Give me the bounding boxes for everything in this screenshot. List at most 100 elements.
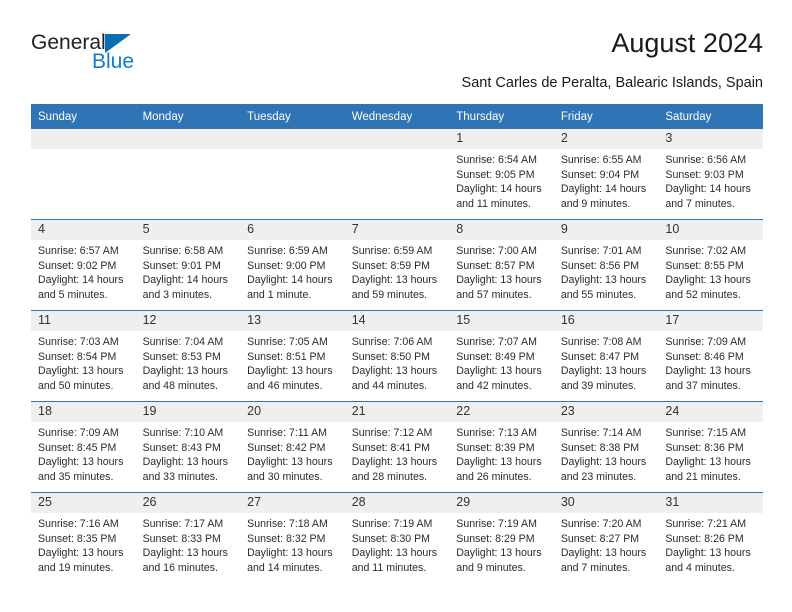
day-details: Sunrise: 7:03 AM Sunset: 8:54 PM Daylight:…: [31, 331, 136, 393]
calendar-day-cell[interactable]: 8 Sunrise: 7:00 AM Sunset: 8:57 PM Daylight…: [449, 219, 554, 311]
calendar-day-cell[interactable]: 22 Sunrise: 7:13 AM Sunset: 8:39 PM Dayligh…: [449, 401, 554, 493]
day-number: [344, 129, 450, 149]
calendar-day-cell[interactable]: 14 Sunrise: 7:06 AM Sunset: 8:50 PM Dayligh…: [344, 310, 450, 402]
calendar-day-cell[interactable]: 3 Sunrise: 6:56 AM Sunset: 9:03 PM Daylight…: [658, 129, 763, 220]
calendar-day-cell[interactable]: 17 Sunrise: 7:09 AM Sunset: 8:46 PM Dayligh…: [658, 310, 763, 402]
calendar-week-row: 25 Sunrise: 7:16 AM Sunset: 8:35 PM Dayligh…: [31, 492, 763, 583]
calendar-day-cell[interactable]: 1 Sunrise: 6:54 AM Sunset: 9:05 PM Daylight…: [449, 129, 554, 220]
calendar-week-row: 1 Sunrise: 6:54 AM Sunset: 9:05 PM Daylight…: [31, 129, 763, 220]
day-detail-line: Sunrise: 7:09 AM: [38, 427, 119, 439]
calendar-day-cell[interactable]: 12 Sunrise: 7:04 AM Sunset: 8:53 PM Dayligh…: [135, 310, 241, 402]
day-number: 13: [240, 311, 345, 331]
day-detail-line: Daylight: 13 hours: [351, 274, 438, 287]
day-detail-line: and 50 minutes.: [38, 379, 114, 392]
day-cell-inner: 28 Sunrise: 7:19 AM Sunset: 8:30 PM Dayligh…: [344, 493, 450, 583]
calendar-day-cell[interactable]: 30 Sunrise: 7:20 AM Sunset: 8:27 PM Dayligh…: [553, 492, 659, 583]
day-detail-line: and 7 minutes.: [665, 197, 735, 210]
day-details: Sunrise: 6:58 AM Sunset: 9:01 PM Daylight:…: [136, 240, 241, 302]
day-cell-inner: 14 Sunrise: 7:06 AM Sunset: 8:50 PM Dayligh…: [344, 311, 450, 401]
logo-text-blue: Blue: [92, 50, 135, 73]
day-detail-line: and 46 minutes.: [247, 379, 323, 392]
calendar-day-cell[interactable]: 28 Sunrise: 7:19 AM Sunset: 8:30 PM Dayligh…: [344, 492, 450, 583]
calendar-day-cell[interactable]: 31 Sunrise: 7:21 AM Sunset: 8:26 PM Dayligh…: [658, 492, 763, 583]
day-cell-inner: 11 Sunrise: 7:03 AM Sunset: 8:54 PM Dayligh…: [31, 311, 136, 401]
day-detail-line: Sunrise: 7:20 AM: [560, 518, 642, 530]
day-detail-line: Sunset: 8:27 PM: [560, 532, 640, 545]
calendar-day-cell[interactable]: 4 Sunrise: 6:57 AM Sunset: 9:02 PM Daylight…: [31, 219, 136, 311]
day-detail-line: and 35 minutes.: [38, 470, 114, 483]
calendar-day-cell[interactable]: 21 Sunrise: 7:12 AM Sunset: 8:41 PM Dayligh…: [344, 401, 450, 493]
day-details: Sunrise: 7:13 AM Sunset: 8:39 PM Daylight:…: [449, 422, 554, 484]
calendar-day-cell[interactable]: 9 Sunrise: 7:01 AM Sunset: 8:56 PM Daylight…: [553, 219, 659, 311]
day-number: 16: [553, 311, 659, 331]
calendar-day-cell[interactable]: 10 Sunrise: 7:02 AM Sunset: 8:55 PM Dayligh…: [658, 219, 763, 311]
day-detail-line: Daylight: 13 hours: [456, 547, 542, 560]
day-detail-line: Sunrise: 7:12 AM: [351, 427, 433, 439]
day-detail-line: and 21 minutes.: [665, 470, 741, 483]
day-cell-inner: 20 Sunrise: 7:11 AM Sunset: 8:42 PM Dayligh…: [240, 402, 345, 492]
day-number: [135, 129, 241, 149]
calendar-day-cell[interactable]: 16 Sunrise: 7:08 AM Sunset: 8:47 PM Dayligh…: [553, 310, 659, 402]
calendar-day-cell[interactable]: 11 Sunrise: 7:03 AM Sunset: 8:54 PM Dayligh…: [31, 310, 136, 402]
day-number: [240, 129, 345, 149]
day-details: Sunrise: 7:15 AM Sunset: 8:36 PM Daylight:…: [658, 422, 763, 484]
day-number: 28: [344, 493, 450, 513]
calendar-day-cell-empty: [344, 129, 450, 220]
weekday-header-row: Sunday Monday Tuesday Wednesday Thursday Frid…: [31, 104, 763, 129]
day-detail-line: and 3 minutes.: [142, 288, 213, 301]
day-detail-line: Sunset: 8:54 PM: [38, 350, 117, 363]
calendar-day-cell[interactable]: 13 Sunrise: 7:05 AM Sunset: 8:51 PM Dayligh…: [240, 310, 345, 402]
day-details: Sunrise: 6:57 AM Sunset: 9:02 PM Daylight:…: [31, 240, 136, 302]
day-detail-line: and 44 minutes.: [351, 379, 428, 392]
day-detail-line: and 7 minutes.: [560, 561, 631, 574]
day-details: Sunrise: 7:20 AM Sunset: 8:27 PM Daylight:…: [554, 513, 659, 575]
day-cell-inner: 23 Sunrise: 7:14 AM Sunset: 8:38 PM Dayligh…: [553, 402, 659, 492]
calendar-day-cell[interactable]: 2 Sunrise: 6:55 AM Sunset: 9:04 PM Daylight…: [553, 129, 659, 220]
day-detail-line: and 1 minute.: [247, 288, 312, 301]
day-detail-line: Sunset: 8:42 PM: [247, 441, 326, 454]
calendar-day-cell[interactable]: 18 Sunrise: 7:09 AM Sunset: 8:45 PM Dayligh…: [31, 401, 136, 493]
day-detail-line: Sunset: 8:47 PM: [560, 350, 640, 363]
day-detail-line: Daylight: 14 hours: [665, 183, 751, 196]
day-cell-inner: 7 Sunrise: 6:59 AM Sunset: 8:59 PM Daylight…: [344, 220, 450, 310]
day-detail-line: Sunset: 8:38 PM: [560, 441, 640, 454]
day-detail-line: Daylight: 13 hours: [38, 456, 124, 469]
day-details: Sunrise: 7:16 AM Sunset: 8:35 PM Daylight:…: [31, 513, 136, 575]
generalblue-logo[interactable]: General Blue: [31, 32, 211, 86]
calendar-day-cell-empty: [240, 129, 345, 220]
day-detail-line: and 33 minutes.: [142, 470, 218, 483]
day-detail-line: and 42 minutes.: [456, 379, 532, 392]
day-details: Sunrise: 6:59 AM Sunset: 9:00 PM Daylight:…: [240, 240, 345, 302]
calendar-day-cell[interactable]: 26 Sunrise: 7:17 AM Sunset: 8:33 PM Dayligh…: [135, 492, 241, 583]
calendar-day-cell[interactable]: 25 Sunrise: 7:16 AM Sunset: 8:35 PM Dayligh…: [31, 492, 136, 583]
calendar-day-cell[interactable]: 29 Sunrise: 7:19 AM Sunset: 8:29 PM Dayligh…: [449, 492, 554, 583]
day-detail-line: Sunset: 8:56 PM: [560, 259, 640, 272]
page-subtitle: Sant Carles de Peralta, Balearic Islands…: [461, 75, 763, 91]
calendar-day-cell[interactable]: 23 Sunrise: 7:14 AM Sunset: 8:38 PM Dayligh…: [553, 401, 659, 493]
day-detail-line: Sunrise: 6:54 AM: [456, 154, 537, 166]
calendar-week-row: 18 Sunrise: 7:09 AM Sunset: 8:45 PM Dayligh…: [31, 401, 763, 493]
calendar-day-cell[interactable]: 5 Sunrise: 6:58 AM Sunset: 9:01 PM Daylight…: [135, 219, 241, 311]
calendar-day-cell[interactable]: 19 Sunrise: 7:10 AM Sunset: 8:43 PM Dayligh…: [135, 401, 241, 493]
day-detail-line: Daylight: 13 hours: [142, 365, 228, 378]
calendar-day-cell[interactable]: 7 Sunrise: 6:59 AM Sunset: 8:59 PM Daylight…: [344, 219, 450, 311]
day-number: 26: [135, 493, 241, 513]
day-detail-line: and 23 minutes.: [560, 470, 637, 483]
calendar-day-cell[interactable]: 27 Sunrise: 7:18 AM Sunset: 8:32 PM Dayligh…: [240, 492, 345, 583]
day-detail-line: Daylight: 13 hours: [247, 456, 333, 469]
calendar-day-cell[interactable]: 15 Sunrise: 7:07 AM Sunset: 8:49 PM Dayligh…: [449, 310, 554, 402]
calendar-day-cell[interactable]: 6 Sunrise: 6:59 AM Sunset: 9:00 PM Daylight…: [240, 219, 345, 311]
day-detail-line: Sunrise: 7:06 AM: [351, 336, 433, 348]
day-detail-line: and 57 minutes.: [456, 288, 532, 301]
day-details: Sunrise: 7:14 AM Sunset: 8:38 PM Daylight:…: [554, 422, 659, 484]
day-details: [31, 149, 136, 153]
day-detail-line: Sunset: 8:46 PM: [665, 350, 744, 363]
day-detail-line: Daylight: 13 hours: [456, 456, 542, 469]
day-detail-line: and 48 minutes.: [142, 379, 218, 392]
day-detail-line: Daylight: 13 hours: [560, 274, 647, 287]
calendar-day-cell[interactable]: 24 Sunrise: 7:15 AM Sunset: 8:36 PM Dayligh…: [658, 401, 763, 493]
calendar-day-cell[interactable]: 20 Sunrise: 7:11 AM Sunset: 8:42 PM Dayligh…: [240, 401, 345, 493]
day-detail-line: Sunrise: 7:13 AM: [456, 427, 537, 439]
page-title: August 2024: [611, 28, 763, 58]
day-detail-line: Sunset: 9:04 PM: [560, 168, 640, 181]
